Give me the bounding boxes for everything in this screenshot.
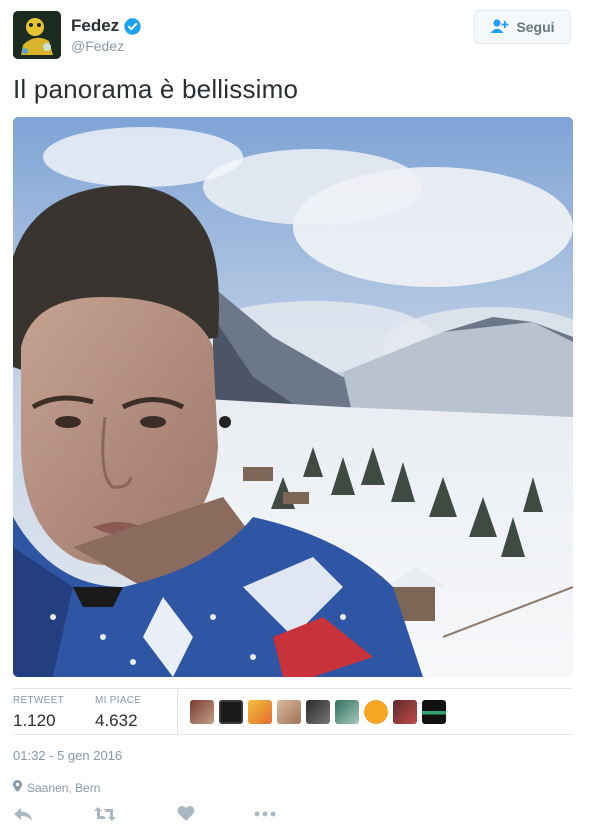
likes-label: MI PIACE (95, 695, 142, 706)
location-pin-icon (13, 780, 22, 795)
tweet-timestamp[interactable]: 01:32 - 5 gen 2016 (13, 748, 122, 763)
reply-icon[interactable] (13, 805, 37, 827)
tweet-stats: RETWEET 1.120 MI PIACE 4.632 (13, 688, 573, 735)
retweet-icon[interactable] (93, 805, 117, 827)
like-icon[interactable] (177, 805, 201, 827)
liker-avatar[interactable] (422, 700, 446, 724)
tweet-text: Il panorama è bellissimo (13, 74, 299, 104)
tweet-photo[interactable] (13, 117, 573, 677)
retweet-stat[interactable]: RETWEET 1.120 (13, 695, 64, 731)
follow-button-label: Segui (516, 19, 555, 35)
location-text: Saanen, Bern (27, 780, 101, 795)
display-name-text[interactable]: Fedez (71, 16, 119, 36)
tweet-location[interactable]: Saanen, Bern (13, 780, 100, 795)
liker-avatar[interactable] (335, 700, 359, 724)
avatar[interactable] (13, 11, 61, 59)
retweet-count: 1.120 (13, 711, 56, 730)
more-icon[interactable] (253, 805, 277, 827)
liker-avatar[interactable] (364, 700, 388, 724)
stats-divider (177, 689, 178, 734)
liker-avatar[interactable] (277, 700, 301, 724)
likes-count: 4.632 (95, 711, 138, 730)
add-user-icon (490, 18, 510, 37)
likes-stat[interactable]: MI PIACE 4.632 (95, 695, 141, 731)
liker-avatar[interactable] (306, 700, 330, 724)
user-handle[interactable]: @Fedez (71, 38, 124, 54)
liker-avatar[interactable] (248, 700, 272, 724)
display-name[interactable]: Fedez (71, 16, 141, 36)
follow-button[interactable]: Segui (474, 10, 571, 44)
liker-avatar[interactable] (219, 700, 243, 724)
liker-avatar[interactable] (190, 700, 214, 724)
verified-badge-icon (124, 17, 141, 35)
likers-avatars (190, 700, 446, 724)
liker-avatar[interactable] (393, 700, 417, 724)
retweet-label: RETWEET (13, 695, 64, 706)
